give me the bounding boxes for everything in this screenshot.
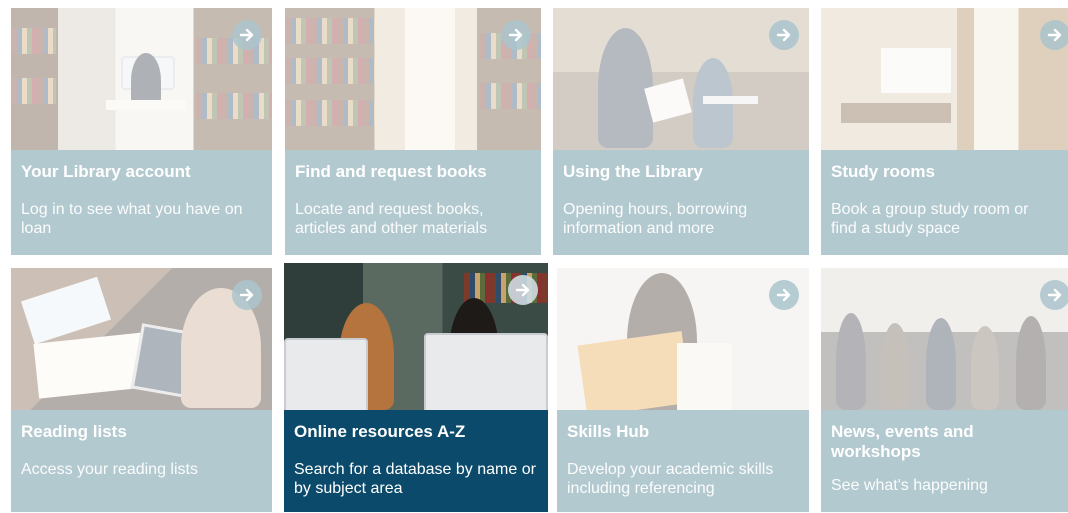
arrow-right-icon: [769, 20, 799, 50]
arrow-right-icon: [1040, 20, 1068, 50]
study-room-photo: [821, 8, 1068, 150]
tile-caption: Reading lists Access your reading lists: [11, 410, 272, 512]
tile-title: News, events and workshops: [831, 422, 974, 461]
tile-title: Find and request books: [295, 162, 487, 181]
tile-reading-lists[interactable]: Reading lists Access your reading lists: [11, 268, 272, 512]
tile-title: Your Library account: [21, 162, 191, 181]
event-crowd-photo: [821, 268, 1068, 410]
tile-description: See what's happening: [831, 477, 988, 494]
arrow-right-icon: [501, 20, 531, 50]
tile-using-the-library[interactable]: Using the Library Opening hours, borrowi…: [553, 8, 809, 255]
tile-caption: Online resources A-Z Search for a databa…: [284, 410, 548, 512]
tile-description: Book a group study room or find a study …: [831, 201, 1029, 237]
tile-description: Access your reading lists: [21, 461, 198, 478]
arrow-right-icon: [1040, 280, 1068, 310]
tile-description: Search for a database by name or by subj…: [294, 461, 536, 497]
tile-caption: Study rooms Book a group study room or f…: [821, 150, 1068, 255]
tile-news-events-and-workshops[interactable]: News, events and workshops See what's ha…: [821, 268, 1068, 512]
arrow-right-icon: [232, 280, 262, 310]
tile-study-rooms[interactable]: Study rooms Book a group study room or f…: [821, 8, 1068, 255]
tile-title: Study rooms: [831, 162, 935, 181]
tile-description: Opening hours, borrowing information and…: [563, 201, 748, 237]
tile-title: Online resources A-Z: [294, 422, 466, 441]
tile-your-library-account[interactable]: Your Library account Log in to see what …: [11, 8, 272, 255]
tile-skills-hub[interactable]: Skills Hub Develop your academic skills …: [557, 268, 809, 512]
tile-caption: Find and request books Locate and reques…: [285, 150, 541, 255]
tile-online-resources-a-z[interactable]: Online resources A-Z Search for a databa…: [284, 263, 548, 512]
library-tiles-grid: Your Library account Log in to see what …: [0, 0, 1068, 513]
tile-title: Reading lists: [21, 422, 127, 441]
arrow-right-icon: [508, 275, 538, 305]
tile-caption: News, events and workshops See what's ha…: [821, 410, 1068, 512]
tile-description: Develop your academic skills including r…: [567, 461, 774, 497]
tile-title: Using the Library: [563, 162, 703, 181]
arrow-right-icon: [769, 280, 799, 310]
tile-description: Log in to see what you have on loan: [21, 201, 243, 237]
tile-caption: Your Library account Log in to see what …: [11, 150, 272, 255]
tile-find-and-request-books[interactable]: Find and request books Locate and reques…: [285, 8, 541, 255]
tile-caption: Using the Library Opening hours, borrowi…: [553, 150, 809, 255]
tile-caption: Skills Hub Develop your academic skills …: [557, 410, 809, 512]
arrow-right-icon: [232, 20, 262, 50]
tile-title: Skills Hub: [567, 422, 650, 441]
tile-description: Locate and request books, articles and o…: [295, 201, 488, 237]
